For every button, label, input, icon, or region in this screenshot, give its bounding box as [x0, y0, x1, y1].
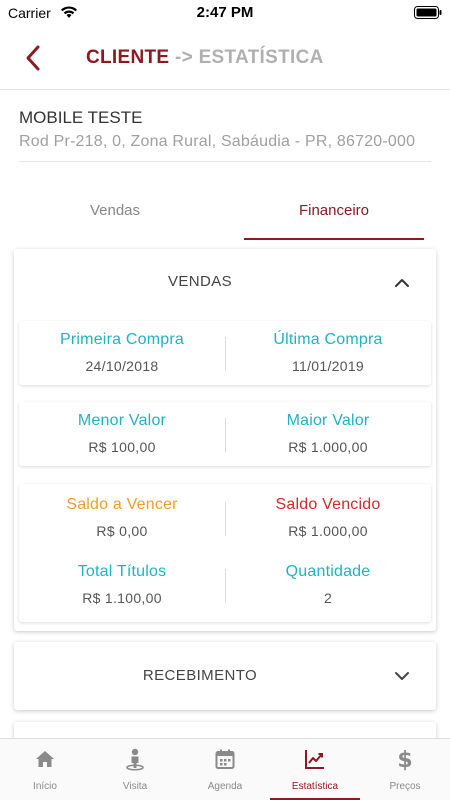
- recebimento-card-title[interactable]: RECEBIMENTO: [14, 667, 386, 684]
- tab-vendas[interactable]: Vendas: [0, 190, 230, 238]
- saldo-vencido-label: Saldo Vencido: [275, 496, 381, 513]
- quantidade-value: 2: [323, 590, 333, 606]
- calendar-icon: [215, 749, 235, 769]
- saldo-vencido-value: R$ 1.000,00: [288, 523, 368, 539]
- vendas-card: VENDAS Primeira Compra 24/10/2018 Última…: [14, 249, 436, 631]
- saldo-a-vencer-value: R$ 0,00: [96, 523, 148, 539]
- back-arrow-icon[interactable]: [22, 44, 44, 72]
- quantidade-label: Quantidade: [285, 563, 371, 580]
- menor-valor: Menor Valor R$ 100,00: [19, 412, 225, 455]
- saldo-a-vencer: Saldo a Vencer R$ 0,00: [19, 496, 225, 539]
- chevron-down-icon[interactable]: [394, 671, 410, 681]
- svg-text:$: $: [397, 748, 412, 771]
- ultima-compra: Última Compra 11/01/2019: [225, 331, 431, 374]
- tab-bar: Vendas Financeiro: [0, 190, 450, 242]
- bottom-nav: Início Visita Agenda Estatística $ Preço…: [0, 738, 450, 800]
- total-titulos-label: Total Títulos: [77, 563, 167, 580]
- maior-valor-value: R$ 1.000,00: [288, 439, 368, 455]
- chart-icon: [305, 750, 324, 769]
- divider: [19, 161, 431, 162]
- nav-item-visita[interactable]: Visita: [90, 739, 180, 800]
- ultima-compra-label: Última Compra: [273, 331, 383, 348]
- battery-icon: [414, 6, 442, 19]
- saldos-stats: Saldo a Vencer R$ 0,00 Saldo Vencido R$ …: [19, 484, 431, 622]
- compras-stats: Primeira Compra 24/10/2018 Última Compra…: [19, 321, 431, 385]
- title-separator: ->: [169, 47, 199, 68]
- total-titulos: Total Títulos R$ 1.100,00: [19, 563, 225, 606]
- total-titulos-value: R$ 1.100,00: [82, 590, 162, 606]
- primeira-compra-value: 24/10/2018: [85, 358, 159, 374]
- recebimento-card[interactable]: RECEBIMENTO: [14, 642, 436, 710]
- dollar-icon: $: [397, 748, 412, 771]
- valores-stats: Menor Valor R$ 100,00 Maior Valor R$ 1.0…: [19, 402, 431, 466]
- visit-person-icon: [126, 748, 144, 771]
- saldo-a-vencer-label: Saldo a Vencer: [66, 496, 178, 513]
- nav-item-inicio[interactable]: Início: [0, 739, 90, 800]
- ultima-compra-value: 11/01/2019: [291, 358, 365, 374]
- menor-valor-value: R$ 100,00: [88, 439, 156, 455]
- app-header: CLIENTE -> ESTATÍSTICA: [0, 30, 450, 90]
- vendas-card-title[interactable]: VENDAS: [14, 273, 386, 290]
- saldo-vencido: Saldo Vencido R$ 1.000,00: [225, 496, 431, 539]
- nav-label-agenda: Agenda: [207, 781, 243, 792]
- nav-item-precos[interactable]: $ Preços: [360, 739, 450, 800]
- nav-item-estatistica[interactable]: Estatística: [270, 739, 360, 800]
- nav-label-precos: Preços: [389, 781, 421, 792]
- primeira-compra-label: Primeira Compra: [60, 331, 184, 348]
- client-address: Rod Pr-218, 0, Zona Rural, Sabáudia - PR…: [19, 133, 416, 150]
- page-title: CLIENTE -> ESTATÍSTICA: [86, 47, 324, 69]
- client-name: MOBILE TESTE: [19, 108, 143, 127]
- active-tab-indicator: [244, 238, 424, 240]
- nav-item-agenda[interactable]: Agenda: [180, 739, 270, 800]
- menor-valor-label: Menor Valor: [77, 412, 167, 429]
- maior-valor: Maior Valor R$ 1.000,00: [225, 412, 431, 455]
- title-estatistica: ESTATÍSTICA: [198, 47, 324, 68]
- home-icon: [36, 751, 54, 767]
- nav-label-inicio: Início: [33, 781, 57, 792]
- quantidade: Quantidade 2: [225, 563, 431, 606]
- tab-financeiro[interactable]: Financeiro: [244, 190, 424, 238]
- status-bar: Carrier 2:47 PM: [0, 0, 450, 26]
- chevron-up-icon[interactable]: [394, 278, 410, 288]
- maior-valor-label: Maior Valor: [286, 412, 370, 429]
- nav-label-visita: Visita: [122, 781, 148, 792]
- status-time: 2:47 PM: [196, 4, 254, 21]
- title-cliente: CLIENTE: [86, 47, 170, 68]
- primeira-compra: Primeira Compra 24/10/2018: [19, 331, 225, 374]
- nav-label-estatistica: Estatística: [291, 781, 339, 792]
